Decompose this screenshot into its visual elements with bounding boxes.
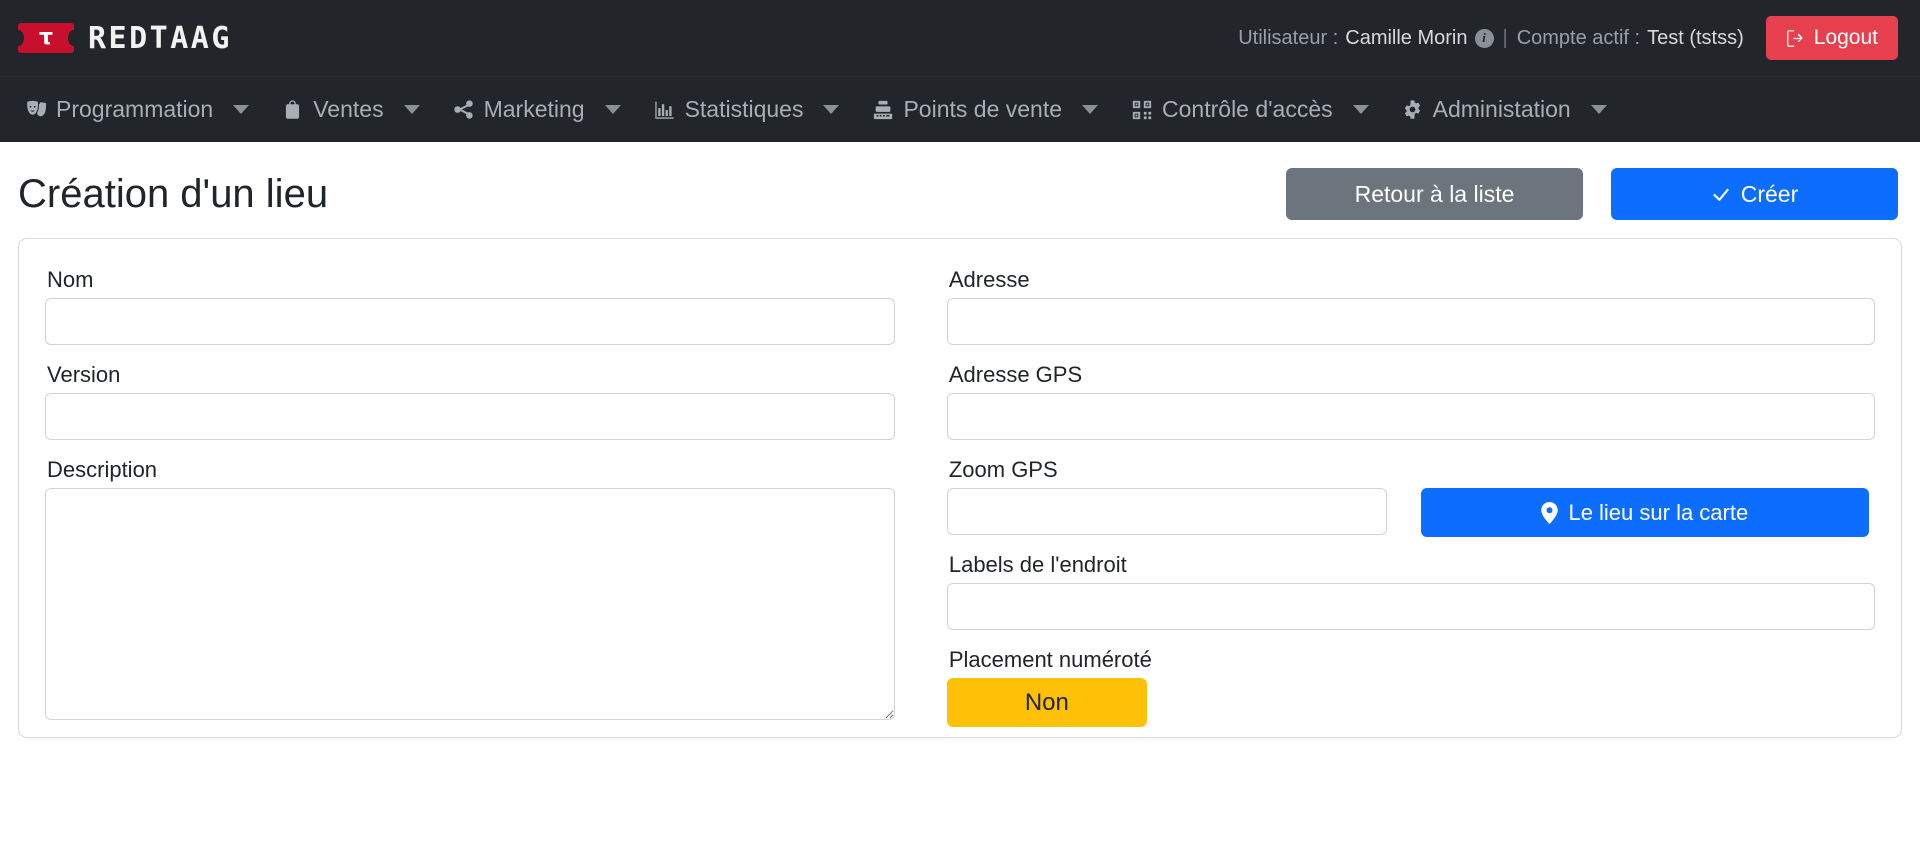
create-label: Créer xyxy=(1740,180,1799,207)
placement-numerote-label: Placement numéroté xyxy=(948,647,1152,672)
chevron-down-icon[interactable] xyxy=(1082,105,1099,114)
account-label: Compte actif : xyxy=(1516,26,1641,49)
check-icon xyxy=(1711,184,1731,204)
user-label: Utilisateur : xyxy=(1238,26,1339,49)
nav-item-statistiques[interactable]: Statistiques xyxy=(643,96,810,123)
cash-register-icon xyxy=(871,98,894,121)
top-header-bar: τ REDTAAG Utilisateur : Camille Morin i … xyxy=(0,0,1920,76)
gear-icon xyxy=(1401,98,1424,121)
venue-on-map-label: Le lieu sur la carte xyxy=(1568,499,1749,525)
venue-on-map-button[interactable]: Le lieu sur la carte xyxy=(1420,488,1869,537)
ticket-icon: τ xyxy=(18,23,74,53)
logout-button[interactable]: Logout xyxy=(1765,16,1898,60)
chevron-down-icon[interactable] xyxy=(233,105,250,114)
top-header-right: Utilisateur : Camille Morin i | Compte a… xyxy=(1238,16,1898,60)
adresse-label: Adresse xyxy=(948,267,1030,292)
placement-numerote-value: Non xyxy=(1024,688,1069,716)
form-column-left: Nom Version Description xyxy=(19,267,921,737)
account-name: Test (tstss) xyxy=(1647,26,1744,49)
nav-item-administation[interactable]: Administation xyxy=(1391,96,1577,123)
nom-label: Nom xyxy=(47,267,94,292)
info-icon[interactable]: i xyxy=(1474,28,1494,48)
form-column-right: Adresse Adresse GPS Zoom GPS Le lieu sur… xyxy=(921,267,1901,737)
brand-logo[interactable]: τ REDTAAG xyxy=(18,21,232,56)
description-textarea[interactable] xyxy=(45,488,895,720)
theater-masks-icon xyxy=(24,98,47,121)
chevron-down-icon[interactable] xyxy=(823,105,840,114)
share-nodes-icon xyxy=(452,98,475,121)
nav-item-label: Statistiques xyxy=(684,96,804,122)
map-pin-icon xyxy=(1541,501,1559,524)
zoom-gps-input[interactable] xyxy=(946,488,1387,535)
back-to-list-label: Retour à la liste xyxy=(1354,180,1515,207)
chevron-down-icon[interactable] xyxy=(1352,105,1369,114)
page-header: Création d'un lieu Retour à la liste Cré… xyxy=(0,142,1920,238)
back-to-list-button[interactable]: Retour à la liste xyxy=(1286,168,1583,220)
nav-item-programmation[interactable]: Programmation xyxy=(14,96,219,123)
adresse-input[interactable] xyxy=(946,298,1875,345)
nav-item-label: Points de vente xyxy=(903,96,1063,122)
description-label: Description xyxy=(47,457,158,482)
placement-numerote-toggle[interactable]: Non xyxy=(946,678,1147,727)
user-name: Camille Morin xyxy=(1345,26,1468,49)
nav-item-points-de-vente[interactable]: Points de vente xyxy=(861,96,1068,123)
adresse-gps-label: Adresse GPS xyxy=(948,362,1083,387)
nav-item-ventes[interactable]: Ventes xyxy=(271,96,389,123)
chevron-down-icon[interactable] xyxy=(604,105,621,114)
nav-item-label: Programmation xyxy=(56,96,214,122)
labels-endroit-input[interactable] xyxy=(946,583,1875,630)
version-input[interactable] xyxy=(45,393,895,440)
chevron-down-icon[interactable] xyxy=(403,105,420,114)
nav-item-controle-dacces[interactable]: Contrôle d'accès xyxy=(1120,96,1339,123)
logout-icon xyxy=(1786,29,1805,48)
page-title: Création d'un lieu xyxy=(18,171,329,216)
page-header-actions: Retour à la liste Créer xyxy=(1286,168,1898,220)
venue-form-card: Nom Version Description Adresse Adresse … xyxy=(18,238,1902,738)
nav-item-label: Marketing xyxy=(483,96,585,122)
zoom-gps-label: Zoom GPS xyxy=(948,457,1058,482)
main-navigation-bar: Programmation Ventes Marketing Statistiq… xyxy=(0,76,1920,142)
nom-input[interactable] xyxy=(45,298,895,345)
logout-label: Logout xyxy=(1813,26,1878,49)
separator: | xyxy=(1502,26,1508,49)
zoom-gps-row: Le lieu sur la carte xyxy=(946,488,1875,546)
chevron-down-icon[interactable] xyxy=(1590,105,1607,114)
version-label: Version xyxy=(47,362,121,387)
brand-name: REDTAAG xyxy=(88,20,232,56)
qr-code-icon xyxy=(1130,98,1153,121)
nav-item-label: Ventes xyxy=(313,96,384,122)
nav-item-label: Administation xyxy=(1432,96,1571,122)
nav-item-marketing[interactable]: Marketing xyxy=(442,96,591,123)
shopping-bag-icon xyxy=(281,98,304,121)
bar-chart-icon xyxy=(653,98,676,121)
nav-item-label: Contrôle d'accès xyxy=(1162,96,1333,122)
ticket-tau-glyph: τ xyxy=(38,25,54,50)
user-account-info: Utilisateur : Camille Morin i | Compte a… xyxy=(1238,27,1744,50)
adresse-gps-input[interactable] xyxy=(946,393,1875,440)
create-button[interactable]: Créer xyxy=(1611,168,1898,220)
labels-endroit-label: Labels de l'endroit xyxy=(948,552,1127,577)
